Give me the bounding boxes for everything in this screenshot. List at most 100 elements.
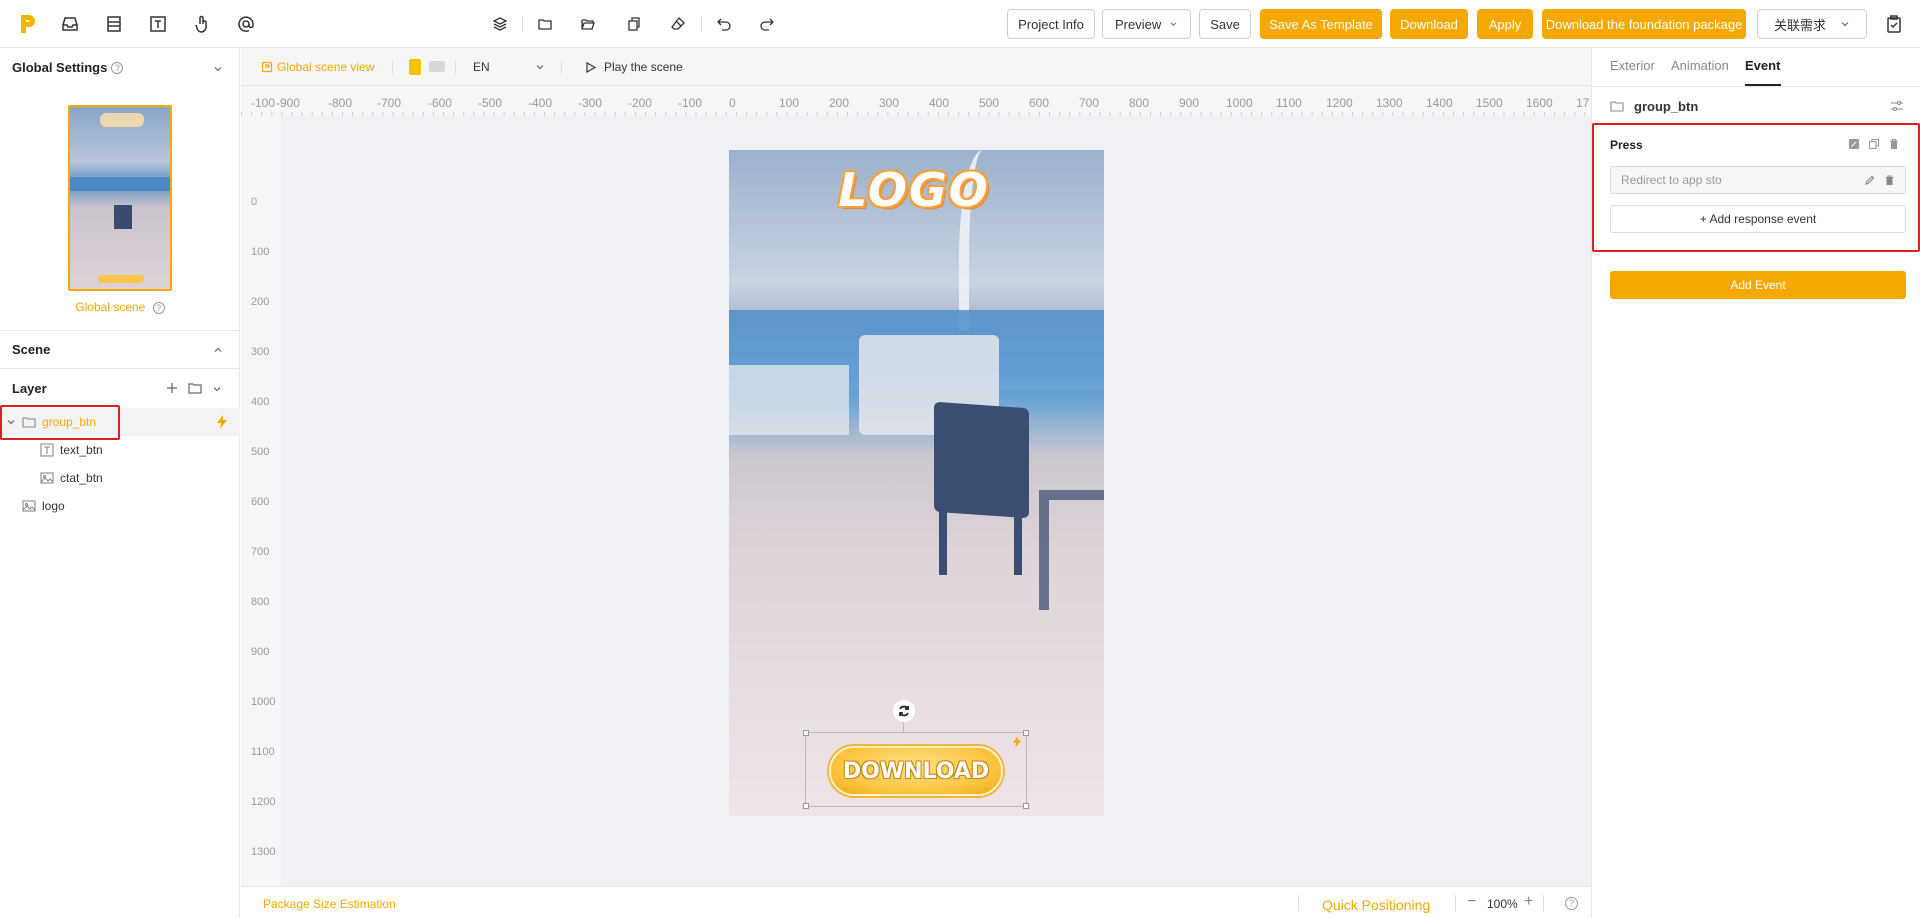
layers-icon[interactable] — [490, 14, 510, 34]
resize-handle[interactable] — [803, 803, 809, 809]
folder-open-icon[interactable] — [578, 14, 598, 34]
ruler-label: -200 — [628, 96, 653, 110]
resize-handle[interactable] — [1023, 803, 1029, 809]
copy-event-icon[interactable] — [1868, 138, 1880, 150]
add-folder-icon[interactable] — [188, 381, 202, 395]
help-icon[interactable]: ? — [152, 302, 165, 314]
ruler-label: 1300 — [1376, 96, 1403, 110]
folder-icon — [22, 417, 36, 428]
delete-event-icon[interactable] — [1888, 138, 1900, 150]
quick-positioning-link[interactable]: Quick Positioning — [1322, 897, 1430, 913]
right-panel: Exterior Animation Event group_btn Press… — [1591, 48, 1920, 918]
preview-dropdown[interactable]: Preview — [1102, 9, 1191, 39]
ruler-label: 700 — [1079, 96, 1100, 110]
apply-button[interactable]: Apply — [1477, 9, 1533, 39]
ruler-label: 600 — [251, 496, 270, 508]
download-foundation-button[interactable]: Download the foundation package — [1542, 9, 1746, 39]
scene-download-button[interactable]: DOWNLOAD — [829, 746, 1003, 796]
ruler-label: 600 — [1029, 96, 1050, 110]
ruler-label: -300 — [578, 96, 603, 110]
global-scene-label[interactable]: Global scene ? — [0, 300, 240, 314]
ruler-label: 100 — [251, 246, 270, 258]
ruler-label: 200 — [251, 296, 270, 308]
help-icon[interactable]: ? — [1565, 897, 1578, 910]
resize-handle[interactable] — [1023, 730, 1029, 736]
inbox-icon[interactable] — [58, 12, 82, 36]
layer-row-logo[interactable]: logo — [0, 492, 240, 520]
trash-icon[interactable] — [1884, 175, 1895, 186]
ruler-label: 17 — [1576, 96, 1590, 110]
folder-icon[interactable] — [535, 14, 555, 34]
undo-icon[interactable] — [714, 14, 734, 34]
global-scene-view-label: Global scene view — [277, 60, 375, 74]
chevron-down-icon[interactable] — [213, 64, 223, 74]
copy-icon[interactable] — [624, 14, 644, 34]
project-info-button[interactable]: Project Info — [1007, 9, 1095, 39]
add-response-event-button[interactable]: + Add response event — [1610, 205, 1906, 233]
tab-event[interactable]: Event — [1745, 58, 1780, 73]
ruler-label: -700 — [377, 96, 402, 110]
global-settings-header: Global Settings ? — [12, 60, 124, 75]
lightning-icon — [1012, 736, 1022, 748]
tab-animation[interactable]: Animation — [1671, 58, 1729, 73]
scene-title: Scene — [12, 342, 51, 357]
rotate-icon — [899, 705, 909, 717]
ruler-label: 0 — [251, 196, 258, 208]
save-button[interactable]: Save — [1199, 9, 1251, 39]
chevron-down-icon — [536, 65, 544, 70]
ruler-label: 1400 — [1426, 96, 1453, 110]
tab-exterior[interactable]: Exterior — [1610, 58, 1655, 73]
clipboard-check-icon[interactable] — [1882, 12, 1906, 36]
layer-row-group-btn[interactable]: group_btn — [0, 408, 240, 436]
zoom-in-button[interactable]: + — [1524, 893, 1533, 911]
language-select[interactable]: EN — [473, 60, 545, 74]
edit-event-icon[interactable] — [1848, 138, 1860, 150]
ruler-label: 0 — [729, 96, 736, 110]
ruler-label: -900 — [276, 96, 301, 110]
global-scene-thumbnail[interactable] — [68, 105, 172, 291]
ruler-label: -100 — [251, 96, 276, 110]
layer-row-ctat-btn[interactable]: ctat_btn — [0, 464, 240, 492]
language-value: EN — [473, 60, 490, 74]
folder-icon — [1610, 101, 1624, 112]
layer-name: group_btn — [42, 415, 97, 429]
add-event-button[interactable]: Add Event — [1610, 271, 1906, 299]
edit-icon[interactable] — [1864, 175, 1875, 186]
global-scene-view-button[interactable]: Global scene view — [261, 60, 374, 74]
chevron-up-icon[interactable] — [213, 345, 223, 355]
add-layer-icon[interactable] — [166, 382, 178, 394]
chevron-down-icon[interactable] — [6, 417, 16, 427]
save-as-template-button[interactable]: Save As Template — [1260, 9, 1382, 39]
related-requirement-dropdown[interactable]: 关联需求 — [1757, 9, 1867, 39]
ruler-label: 400 — [251, 396, 270, 408]
scene-stage[interactable]: LOGO DOWNLOAD — [729, 150, 1104, 816]
help-icon[interactable]: ? — [111, 61, 124, 74]
ruler-label: 1600 — [1526, 96, 1553, 110]
resize-handle[interactable] — [803, 730, 809, 736]
landscape-mode-toggle[interactable] — [429, 61, 445, 72]
horizontal-ruler: -100 -900 -800 -700 -600 -500 -400 -300 … — [241, 86, 1591, 116]
portrait-mode-toggle[interactable] — [409, 59, 421, 75]
settings-sliders-icon[interactable] — [1890, 100, 1904, 112]
logo-text[interactable]: LOGO — [838, 162, 989, 218]
redo-icon[interactable] — [757, 14, 777, 34]
scene-view-icon — [261, 61, 273, 73]
event-trigger-title: Press — [1610, 138, 1643, 152]
mention-icon[interactable] — [234, 12, 258, 36]
play-scene-button[interactable]: Play the scene — [585, 60, 683, 74]
touch-icon[interactable] — [190, 12, 214, 36]
ruler-label: 800 — [251, 596, 270, 608]
zoom-out-button[interactable]: − — [1467, 893, 1476, 911]
layer-row-text-btn[interactable]: text_btn — [0, 436, 240, 464]
layout-icon[interactable] — [102, 12, 126, 36]
eraser-icon[interactable] — [668, 14, 688, 34]
chevron-down-icon — [1170, 22, 1177, 27]
chevron-down-icon[interactable] — [212, 384, 222, 394]
package-size-link[interactable]: Package Size Estimation — [263, 897, 396, 911]
text-tool-icon[interactable] — [146, 12, 170, 36]
rotate-handle[interactable] — [893, 700, 915, 722]
ruler-label: 200 — [829, 96, 850, 110]
ruler-label: 300 — [251, 346, 270, 358]
response-event-field[interactable]: Redirect to app sto — [1610, 166, 1906, 194]
download-button[interactable]: Download — [1390, 9, 1468, 39]
